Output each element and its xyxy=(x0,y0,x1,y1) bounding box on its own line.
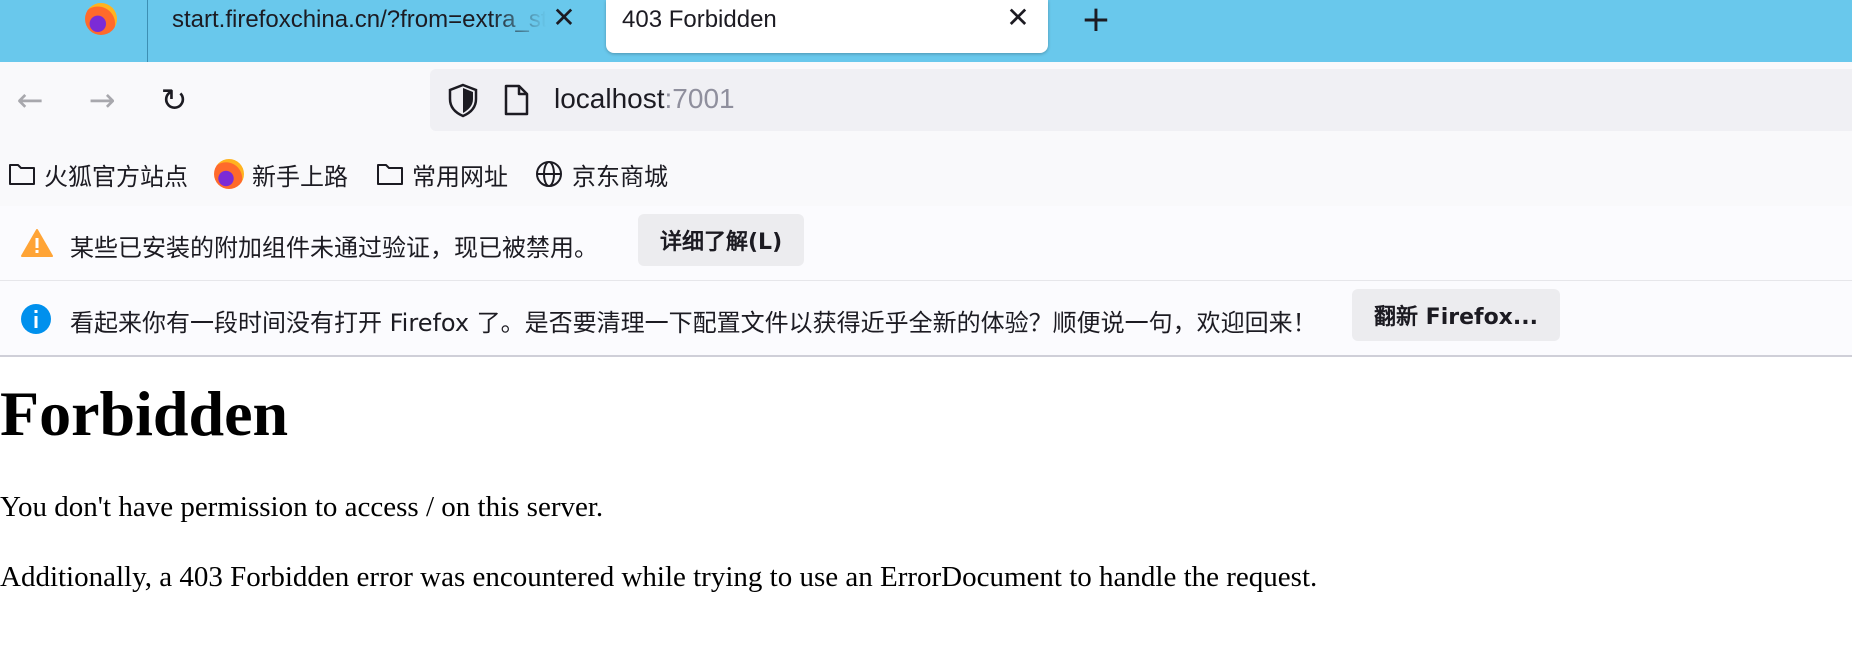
warning-text: 某些已安装的附加组件未通过验证，现已被禁用。 xyxy=(70,234,598,262)
firefox-icon xyxy=(214,159,244,189)
globe-icon xyxy=(536,161,562,187)
bookmark-jd-mall[interactable]: 京东商城 xyxy=(534,154,668,194)
bookmark-label: 京东商城 xyxy=(572,162,668,191)
warning-icon xyxy=(21,229,53,257)
tab-bar: start.firefoxchina.cn/?from=extra_start … xyxy=(0,0,1852,62)
info-text: 看起来你有一段时间没有打开 Firefox 了。是否要清理一下配置文件以获得近乎… xyxy=(70,309,1317,337)
folder-icon xyxy=(377,164,403,185)
tab-title: start.firefoxchina.cn/?from=extra_start xyxy=(172,6,546,33)
bookmark-common-sites[interactable]: 常用网址 xyxy=(376,154,508,194)
tab-403-forbidden[interactable]: 403 Forbidden ✕ xyxy=(606,0,1048,53)
error-document-message: Additionally, a 403 Forbidden error was … xyxy=(0,561,1318,593)
bookmark-label: 火狐官方站点 xyxy=(44,162,188,191)
bookmark-label: 新手上路 xyxy=(252,162,348,191)
refresh-firefox-button[interactable]: 翻新 Firefox... xyxy=(1352,289,1560,341)
bookmark-getting-started[interactable]: 新手上路 xyxy=(214,154,348,194)
url-port: :7001 xyxy=(664,83,735,114)
new-tab-button[interactable]: + xyxy=(1078,2,1114,38)
page-heading: Forbidden xyxy=(0,378,289,449)
bookmark-label: 常用网址 xyxy=(412,162,508,191)
nav-bar: ← → ↻ localhost:7001 xyxy=(0,62,1852,142)
url-host: localhost xyxy=(554,83,665,114)
addon-warning-bar: 某些已安装的附加组件未通过验证，现已被禁用。 详细了解(L) xyxy=(0,206,1852,280)
close-icon[interactable]: ✕ xyxy=(1004,4,1032,32)
close-icon[interactable]: ✕ xyxy=(550,4,578,32)
bookmarks-toolbar: 火狐官方站点 新手上路 常用网址 京东商城 xyxy=(0,142,1852,206)
url-bar[interactable]: localhost:7001 xyxy=(430,69,1852,131)
bookmark-firefox-official[interactable]: 火狐官方站点 xyxy=(8,154,188,194)
tab-start-firefoxchina[interactable]: start.firefoxchina.cn/?from=extra_start … xyxy=(150,0,584,40)
tab-separator xyxy=(147,0,148,62)
reload-button[interactable]: ↻ xyxy=(154,80,194,120)
folder-icon xyxy=(9,164,35,185)
permission-message: You don't have permission to access / on… xyxy=(0,491,604,523)
url-input[interactable]: localhost:7001 xyxy=(554,83,735,115)
page-icon[interactable] xyxy=(502,84,530,116)
firefox-icon[interactable] xyxy=(85,3,117,35)
learn-more-button[interactable]: 详细了解(L) xyxy=(638,214,805,266)
tab-title: 403 Forbidden xyxy=(622,6,777,33)
forward-button[interactable]: → xyxy=(82,80,122,120)
back-button[interactable]: ← xyxy=(10,80,50,120)
info-icon xyxy=(21,304,51,334)
refresh-info-bar: 看起来你有一段时间没有打开 Firefox 了。是否要清理一下配置文件以获得近乎… xyxy=(0,280,1852,355)
page-content: Forbidden You don't have permission to a… xyxy=(0,357,1852,658)
shield-icon[interactable] xyxy=(446,82,480,118)
